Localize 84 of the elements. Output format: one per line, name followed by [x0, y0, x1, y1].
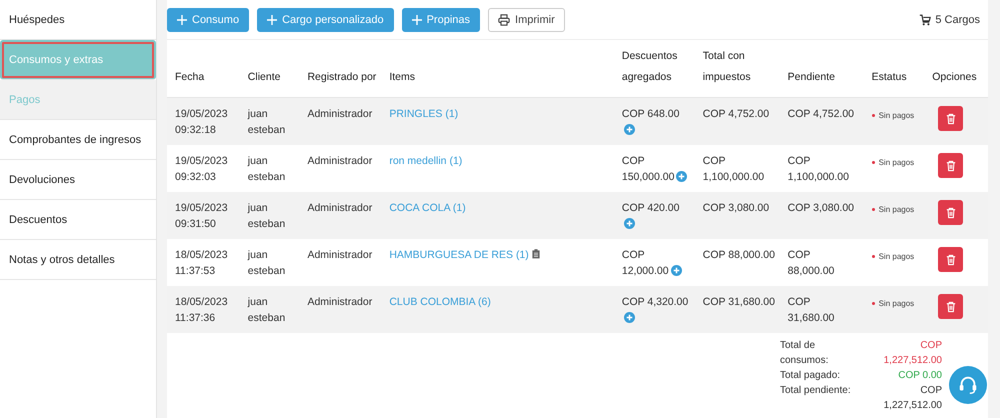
delete-button[interactable]	[938, 294, 964, 319]
table-cell: juan esteban	[248, 249, 286, 277]
total-value: COP 1,227,512.00	[882, 384, 942, 413]
table-cell: 19/05/2023 09:32:03	[175, 155, 228, 183]
status-dot	[872, 302, 875, 305]
table-cell: COP 4,752.00	[702, 108, 770, 120]
table-cell: COP 31,680.00	[702, 296, 775, 308]
table-cell: juan esteban	[248, 155, 286, 183]
table-cell: 19/05/2023 09:31:50	[175, 202, 228, 230]
total-label: Total de consumos:	[780, 339, 830, 368]
delete-button[interactable]	[938, 153, 964, 178]
sidebar-item[interactable]: Notas y otros detalles	[0, 240, 156, 280]
table-cell: COP 4,752.00	[788, 108, 854, 120]
table-cell: COP 1,100,000.00	[788, 155, 849, 183]
sidebar-item[interactable]: Devoluciones	[0, 160, 156, 200]
table-cell: COP 88,000.00	[702, 249, 775, 261]
table-cell: COP 1,100,000.00	[702, 155, 764, 183]
table-cell: COP 12,000.00	[622, 249, 669, 277]
add-button[interactable]: Cargo personalizado	[257, 8, 394, 32]
table-cell: COP 31,680.00	[788, 296, 834, 324]
table-cell: Administrador	[307, 249, 372, 261]
table-cell: 18/05/2023 11:37:36	[175, 296, 228, 324]
plus-icon	[267, 14, 278, 24]
add-button[interactable]: Consumo	[167, 8, 250, 32]
item-link[interactable]: HAMBURGUESA DE RES (1)	[389, 249, 529, 261]
table-cell: Administrador	[307, 202, 372, 214]
trash-icon	[946, 300, 956, 312]
table-cell: 18/05/2023 11:37:53	[175, 249, 228, 277]
table-cell: juan esteban	[248, 202, 286, 230]
table-cell: Administrador	[307, 296, 372, 308]
total-label: Total pagado:	[780, 369, 842, 383]
sidebar-item[interactable]: Descuentos	[0, 200, 156, 240]
total-label: Total pendiente:	[780, 384, 852, 398]
add-discount-icon[interactable]	[670, 265, 682, 276]
table-cell: COP 4,320.00	[622, 296, 688, 308]
table-cell: juan esteban	[248, 296, 286, 324]
print-button[interactable]: Imprimir	[488, 8, 565, 32]
table-cell: COP 3,080.00	[702, 202, 770, 214]
cart-icon	[919, 14, 932, 26]
trash-icon	[946, 160, 956, 172]
status-label: Sin pagos	[878, 250, 914, 263]
trash-icon	[946, 112, 956, 124]
plus-icon	[412, 14, 422, 24]
headset-icon	[957, 374, 979, 396]
status-label: Sin pagos	[878, 204, 914, 216]
add-discount-icon[interactable]	[624, 312, 635, 323]
item-link[interactable]: PRINGLES (1)	[389, 108, 458, 120]
add-discount-icon[interactable]	[624, 218, 635, 229]
status-dot	[872, 161, 875, 164]
table-cell: Administrador	[307, 155, 372, 167]
add-button[interactable]: Propinas	[402, 8, 480, 32]
item-link[interactable]: CLUB COLOMBIA (6)	[389, 296, 491, 308]
table-cell: COP 88,000.00	[788, 249, 834, 277]
status-dot	[872, 114, 875, 117]
table-cell: 19/05/2023 09:32:18	[175, 108, 228, 136]
delete-button[interactable]	[938, 106, 964, 131]
item-link[interactable]: ron medellin (1)	[389, 155, 462, 167]
table-cell: COP 3,080.00	[788, 202, 854, 214]
add-discount-icon[interactable]	[676, 171, 688, 182]
sidebar-item[interactable]: Pagos	[0, 80, 156, 120]
total-value: COP 0.00	[897, 369, 942, 383]
item-link[interactable]: COCA COLA (1)	[389, 202, 466, 214]
charges-count-text: 5 Cargos	[935, 14, 980, 26]
printer-icon	[498, 14, 510, 26]
table-cell: COP 150,000.00	[622, 155, 674, 183]
status-label: Sin pagos	[878, 156, 914, 169]
total-value: COP 1,227,512.00	[882, 339, 942, 368]
sidebar-item[interactable]: Comprobantes de ingresos	[0, 120, 156, 160]
plus-icon	[177, 14, 187, 24]
delete-button[interactable]	[938, 247, 964, 272]
clipboard-icon[interactable]	[532, 249, 540, 259]
table-cell: COP 648.00	[622, 108, 680, 120]
trash-icon	[946, 206, 956, 218]
status-label: Sin pagos	[878, 298, 914, 310]
delete-button[interactable]	[938, 200, 964, 225]
sidebar-item[interactable]: Consumos y extras	[0, 40, 156, 80]
table-cell: COP 420.00	[622, 202, 680, 214]
status-dot	[872, 255, 875, 258]
trash-icon	[946, 254, 956, 266]
status-dot	[872, 208, 875, 211]
table-cell: juan esteban	[248, 108, 286, 136]
status-label: Sin pagos	[878, 110, 914, 122]
add-discount-icon[interactable]	[624, 124, 635, 135]
table-cell: Administrador	[307, 108, 372, 120]
